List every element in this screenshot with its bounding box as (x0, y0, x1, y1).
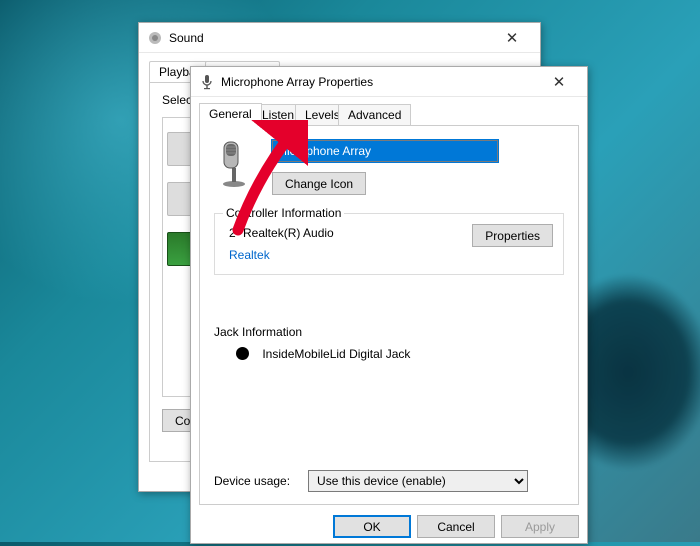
sound-titlebar[interactable]: Sound ✕ (139, 23, 540, 53)
sound-close-button[interactable]: ✕ (492, 24, 532, 52)
general-panel: Change Icon Controller Information 2- Re… (199, 125, 579, 505)
jack-indicator-icon (236, 347, 249, 360)
jack-legend: Jack Information (214, 325, 564, 339)
apply-button[interactable]: Apply (501, 515, 579, 538)
device-name-input[interactable] (272, 140, 498, 162)
properties-title: Microphone Array Properties (221, 75, 539, 89)
properties-window: Microphone Array Properties ✕ General Li… (190, 66, 588, 544)
controller-groupbox: Controller Information 2- Realtek(R) Aud… (214, 213, 564, 275)
microphone-icon (199, 74, 215, 90)
controller-name: 2- Realtek(R) Audio (229, 226, 334, 240)
tab-advanced[interactable]: Advanced (338, 104, 411, 125)
device-usage-select[interactable]: Use this device (enable) (308, 470, 528, 492)
jack-group: Jack Information InsideMobileLid Digital… (214, 325, 564, 361)
tab-general[interactable]: General (199, 103, 262, 126)
properties-tabs: General Listen Levels Advanced (199, 103, 579, 125)
properties-titlebar[interactable]: Microphone Array Properties ✕ (191, 67, 587, 97)
ok-button[interactable]: OK (333, 515, 411, 538)
controller-properties-button[interactable]: Properties (472, 224, 553, 247)
controller-legend: Controller Information (223, 206, 344, 220)
change-icon-button[interactable]: Change Icon (272, 172, 366, 195)
sound-title: Sound (169, 31, 492, 45)
device-large-icon (214, 140, 254, 191)
device-usage-label: Device usage: (214, 474, 290, 488)
speaker-icon (147, 30, 163, 46)
cancel-button[interactable]: Cancel (417, 515, 495, 538)
properties-close-button[interactable]: ✕ (539, 68, 579, 96)
controller-vendor-link[interactable]: Realtek (229, 248, 334, 262)
jack-text: InsideMobileLid Digital Jack (262, 347, 410, 361)
dialog-footer: OK Cancel Apply (199, 505, 579, 538)
